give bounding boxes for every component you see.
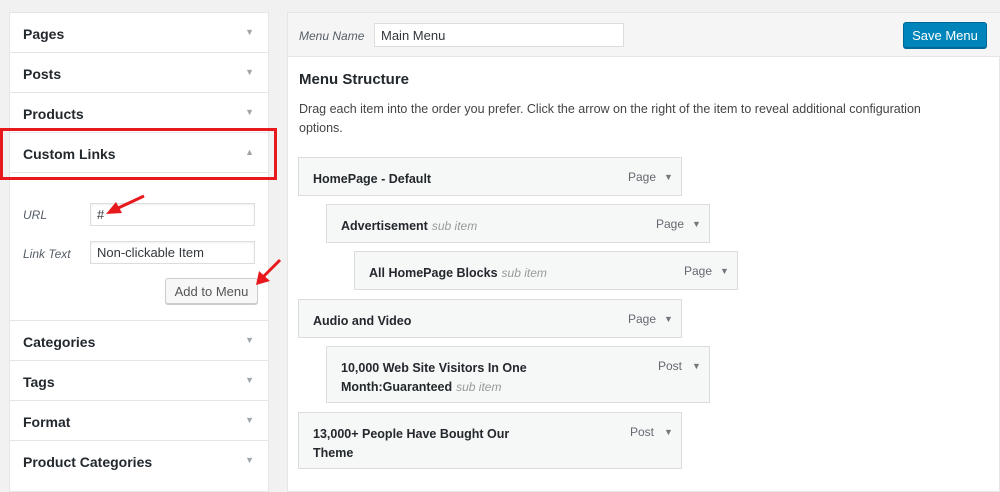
link-text-label: Link Text bbox=[23, 247, 71, 261]
menu-item-type: Post bbox=[658, 359, 683, 373]
sub-item-label: sub item bbox=[431, 219, 478, 233]
menu-item[interactable]: Audio and Video Page ▼ bbox=[298, 299, 682, 338]
accordion-posts[interactable]: Posts ▼ bbox=[10, 53, 268, 93]
chevron-down-icon[interactable]: ▼ bbox=[664, 172, 673, 182]
menu-item-title: 10,000 Web Site Visitors In One Month:Gu… bbox=[341, 359, 571, 397]
menu-item-title-text: HomePage - Default bbox=[313, 172, 432, 186]
menu-item[interactable]: Advertisement sub item Page ▼ bbox=[326, 204, 710, 243]
save-menu-button[interactable]: Save Menu bbox=[903, 22, 987, 48]
menu-item[interactable]: 10,000 Web Site Visitors In One Month:Gu… bbox=[326, 346, 710, 403]
accordion-custom-links-label: Custom Links bbox=[23, 146, 116, 162]
accordion-custom-links[interactable]: Custom Links ▲ bbox=[10, 133, 268, 173]
menu-item-title-text: Audio and Video bbox=[313, 314, 412, 328]
menu-item-title: Audio and Video bbox=[313, 312, 411, 331]
chevron-down-icon[interactable]: ▼ bbox=[245, 375, 254, 385]
accordion-pages-label: Pages bbox=[23, 26, 65, 42]
accordion-products-label: Products bbox=[23, 106, 84, 122]
menu-item-type: Page bbox=[628, 312, 657, 326]
accordion-format-label: Format bbox=[23, 414, 71, 430]
menu-name-label: Menu Name bbox=[299, 29, 365, 43]
menu-item-title: All HomePage Blocks sub item bbox=[369, 264, 547, 283]
menu-structure-title: Menu Structure bbox=[299, 71, 410, 88]
annotation-arrow-icon bbox=[106, 194, 145, 214]
chevron-down-icon[interactable]: ▼ bbox=[245, 455, 254, 465]
menu-editor-panel: Menu Name Save Menu Menu Structure Drag … bbox=[287, 12, 1000, 492]
chevron-down-icon[interactable]: ▼ bbox=[245, 107, 254, 117]
chevron-down-icon[interactable]: ▼ bbox=[664, 314, 673, 324]
menu-item[interactable]: All HomePage Blocks sub item Page ▼ bbox=[354, 251, 738, 290]
menu-item-type: Page bbox=[628, 170, 657, 184]
chevron-down-icon[interactable]: ▼ bbox=[692, 219, 701, 229]
accordion-categories[interactable]: Categories ▼ bbox=[10, 321, 268, 361]
menu-item[interactable]: 13,000+ People Have Bought Our Theme Pos… bbox=[298, 412, 682, 469]
menu-item-title: HomePage - Default bbox=[313, 170, 431, 189]
accordion-categories-label: Categories bbox=[23, 334, 96, 350]
accordion-posts-label: Posts bbox=[23, 66, 62, 82]
menu-item-title-text: 13,000+ People Have Bought Our Theme bbox=[313, 427, 510, 460]
menu-item-title-text: Advertisement bbox=[341, 219, 428, 233]
annotation-arrow-icon bbox=[256, 258, 282, 285]
sub-item-label: sub item bbox=[456, 380, 502, 394]
chevron-down-icon[interactable]: ▼ bbox=[664, 427, 673, 437]
menu-item-type: Page bbox=[684, 264, 713, 278]
link-text-input[interactable] bbox=[90, 241, 255, 264]
accordion-products[interactable]: Products ▼ bbox=[10, 93, 268, 133]
accordion-format[interactable]: Format ▼ bbox=[10, 401, 268, 441]
chevron-down-icon[interactable]: ▼ bbox=[245, 415, 254, 425]
chevron-down-icon[interactable]: ▼ bbox=[245, 67, 254, 77]
chevron-down-icon[interactable]: ▼ bbox=[720, 266, 729, 276]
menu-item-title: 13,000+ People Have Bought Our Theme bbox=[313, 425, 543, 463]
chevron-down-icon[interactable]: ▼ bbox=[245, 335, 254, 345]
menu-item-type: Post bbox=[630, 425, 655, 439]
chevron-up-icon[interactable]: ▲ bbox=[245, 147, 254, 157]
accordion-tags[interactable]: Tags ▼ bbox=[10, 361, 268, 401]
url-label: URL bbox=[23, 208, 48, 222]
accordion-product-categories[interactable]: Product Categories ▼ bbox=[10, 441, 268, 481]
menu-item-title: Advertisement sub item bbox=[341, 217, 477, 236]
accordion-product-categories-label: Product Categories bbox=[23, 454, 153, 470]
sub-item-label: sub item bbox=[501, 266, 547, 280]
menu-structure-description: Drag each item into the order you prefer… bbox=[299, 102, 921, 135]
menu-item-type: Page bbox=[656, 217, 685, 231]
menu-name-input[interactable] bbox=[374, 23, 624, 47]
chevron-down-icon[interactable]: ▼ bbox=[692, 361, 701, 371]
menu-item[interactable]: HomePage - Default Page ▼ bbox=[298, 157, 682, 196]
accordion-pages[interactable]: Pages ▼ bbox=[10, 13, 268, 53]
menu-item-title-text: All HomePage Blocks bbox=[369, 266, 498, 280]
accordion-tags-label: Tags bbox=[23, 374, 55, 390]
add-to-menu-button[interactable]: Add to Menu bbox=[165, 278, 258, 304]
chevron-down-icon[interactable]: ▼ bbox=[245, 27, 254, 37]
menu-header: Menu Name Save Menu bbox=[288, 13, 1000, 57]
add-menu-items-panel: Pages ▼ Posts ▼ Products ▼ Custom Links … bbox=[9, 12, 269, 492]
